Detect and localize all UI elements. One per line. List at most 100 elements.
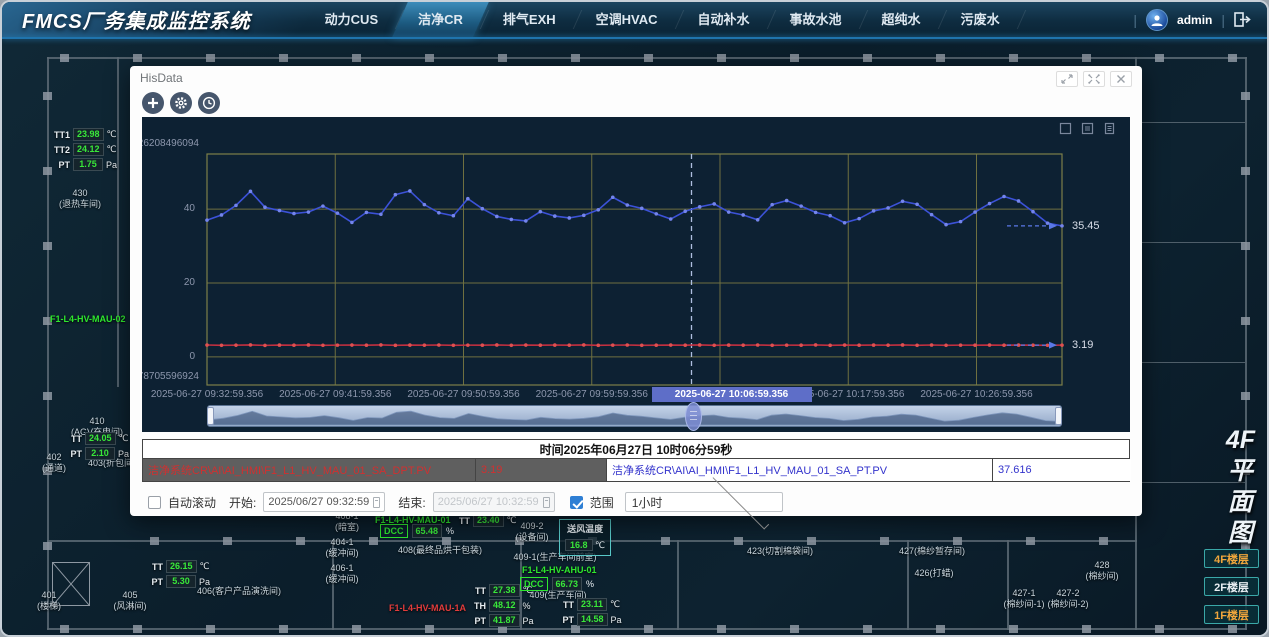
add-curve-button[interactable] [142,92,164,114]
column-block [296,537,305,545]
trend-chart [142,117,1130,432]
tab-污废水[interactable]: 污废水 [941,2,1020,37]
column-block [1228,625,1237,633]
sensor-label: TT1 [54,130,70,140]
floor-button-1F楼层[interactable]: 1F楼层 [1204,605,1259,624]
time-range-button[interactable] [198,92,220,114]
tab-动力CUS[interactable]: 动力CUS [305,2,398,37]
column-block [206,54,215,62]
time-range-scrubber[interactable] [207,405,1062,427]
tab-超纯水[interactable]: 超纯水 [862,2,941,37]
column-block [734,537,743,545]
topbar-user-area: | admin | [1133,9,1267,31]
chart-corner-tools [1059,122,1116,135]
sensor-label: PT [558,615,574,625]
floor-button-2F楼层[interactable]: 2F楼层 [1204,577,1259,596]
tab-空调HVAC[interactable]: 空调HVAC [576,2,678,37]
maximize-window-button[interactable] [1083,71,1105,87]
floor-buttons: 4F楼层 2F楼层 1F楼层 [1204,549,1259,624]
sensor-unit: ℃ [507,515,517,526]
tab-排气EXH[interactable]: 排气EXH [483,2,576,37]
room-label: 423(切割棉袋间) [747,546,813,557]
column-block [644,625,653,633]
dcc-tag: DCC [380,524,408,538]
zoom-box-icon[interactable] [1059,122,1072,135]
column-block [425,54,434,62]
table-tag-cell[interactable]: 洁净系统CR\AI\AI_HMI\F1_L1_HV_MAU_01_SA_PT.P… [607,459,993,481]
table-tag-cell[interactable]: 洁净系统CR\AI\AI_HMI\F1_L1_HV_MAU_01_SA_DPT.… [143,459,476,481]
reset-zoom-icon[interactable] [1081,122,1094,135]
restore-window-button[interactable] [1056,71,1078,87]
column-block [1099,537,1108,545]
sensor-row: TT224.12℃ [54,143,117,156]
column-block [43,542,52,550]
username-label[interactable]: admin [1177,13,1212,27]
sensor-value: 23.11 [577,598,607,611]
column-block [1082,54,1091,62]
tab-洁净CR[interactable]: 洁净CR [398,2,483,37]
cursor-time-label: 2025-06-27 10:06:59.356 [652,387,812,402]
series-1-value-label: 35.45 [1072,220,1100,232]
x-tick-label: 2025-06-27 09:41:59.356 [270,389,400,400]
calendar-icon[interactable] [543,497,550,508]
sensor-row: PT5.30Pa [147,575,210,588]
equipment-tag-red: F1-L4-HV-MAU-1A [389,603,466,613]
sensor-row: PT2.10Pa [66,447,129,460]
restore-icon [1061,74,1073,84]
range-checkbox[interactable] [570,496,583,509]
table-value-cell[interactable]: 3.19 [476,459,607,481]
dcc-unit: % [446,526,454,536]
sensor-value: 14.58 [577,613,608,626]
dcc-unit: % [586,579,594,589]
column-block [1009,625,1018,633]
window-buttons [1056,71,1132,87]
room-label: 427(棉纱暂存间) [899,546,965,557]
settings-button[interactable] [170,92,192,114]
logout-icon [1234,12,1251,27]
logout-button[interactable] [1234,12,1251,27]
column-block [43,92,52,100]
series-2-value-label: 3.19 [1072,339,1093,351]
user-avatar-icon[interactable] [1146,9,1168,31]
column-block [133,54,142,62]
scrubber-cursor-handle[interactable] [685,402,702,431]
plus-icon [146,96,160,110]
sensor-value: 5.30 [166,575,196,588]
sensor-value: 2.10 [85,447,115,460]
floor-button-4F楼层[interactable]: 4F楼层 [1204,549,1259,568]
column-block [717,625,726,633]
tab-事故水池[interactable]: 事故水池 [770,2,862,37]
scrubber-left-handle[interactable] [207,407,214,425]
calendar-icon[interactable] [373,497,380,508]
wall-segment [1137,242,1245,243]
tab-自动补水[interactable]: 自动补水 [678,2,770,37]
column-block [936,625,945,633]
column-block [790,625,799,633]
close-dialog-button[interactable] [1110,71,1132,87]
table-value-cell[interactable]: 37.616 [993,459,1131,481]
end-time-input[interactable]: 2025/06/27 10:32:59 [433,492,555,512]
dcc-tag: DCC [520,577,548,591]
column-block [1155,625,1164,633]
sensor-unit: Pa [106,160,117,170]
sensor-group: TT24.05℃PT2.10Pa [66,432,129,462]
interval-select[interactable]: 1小时 [625,492,783,512]
column-block [661,537,670,545]
separator: | [1221,12,1225,28]
sensor-group: TT26.15℃ PT5.30Pa [147,560,210,590]
air-temp-title: 送风温度 [565,522,605,535]
sensor-row: TT26.15℃ [147,560,210,573]
scrubber-right-handle[interactable] [1055,407,1062,425]
sensor-label: TH [470,601,486,611]
auto-scroll-checkbox[interactable] [148,496,161,509]
close-icon [1116,74,1126,84]
start-time-input[interactable]: 2025/06/27 09:32:59 [263,492,385,512]
wall-segment [677,540,679,630]
separator: | [1133,12,1137,28]
end-label: 结束: [398,494,425,511]
column-block [863,54,872,62]
column-block [279,54,288,62]
table-row: 洁净系统CR\AI\AI_HMI\F1_L1_HV_MAU_01_SA_DPT.… [143,459,1129,482]
sensor-label: PT [147,577,163,587]
export-data-icon[interactable] [1103,122,1116,135]
